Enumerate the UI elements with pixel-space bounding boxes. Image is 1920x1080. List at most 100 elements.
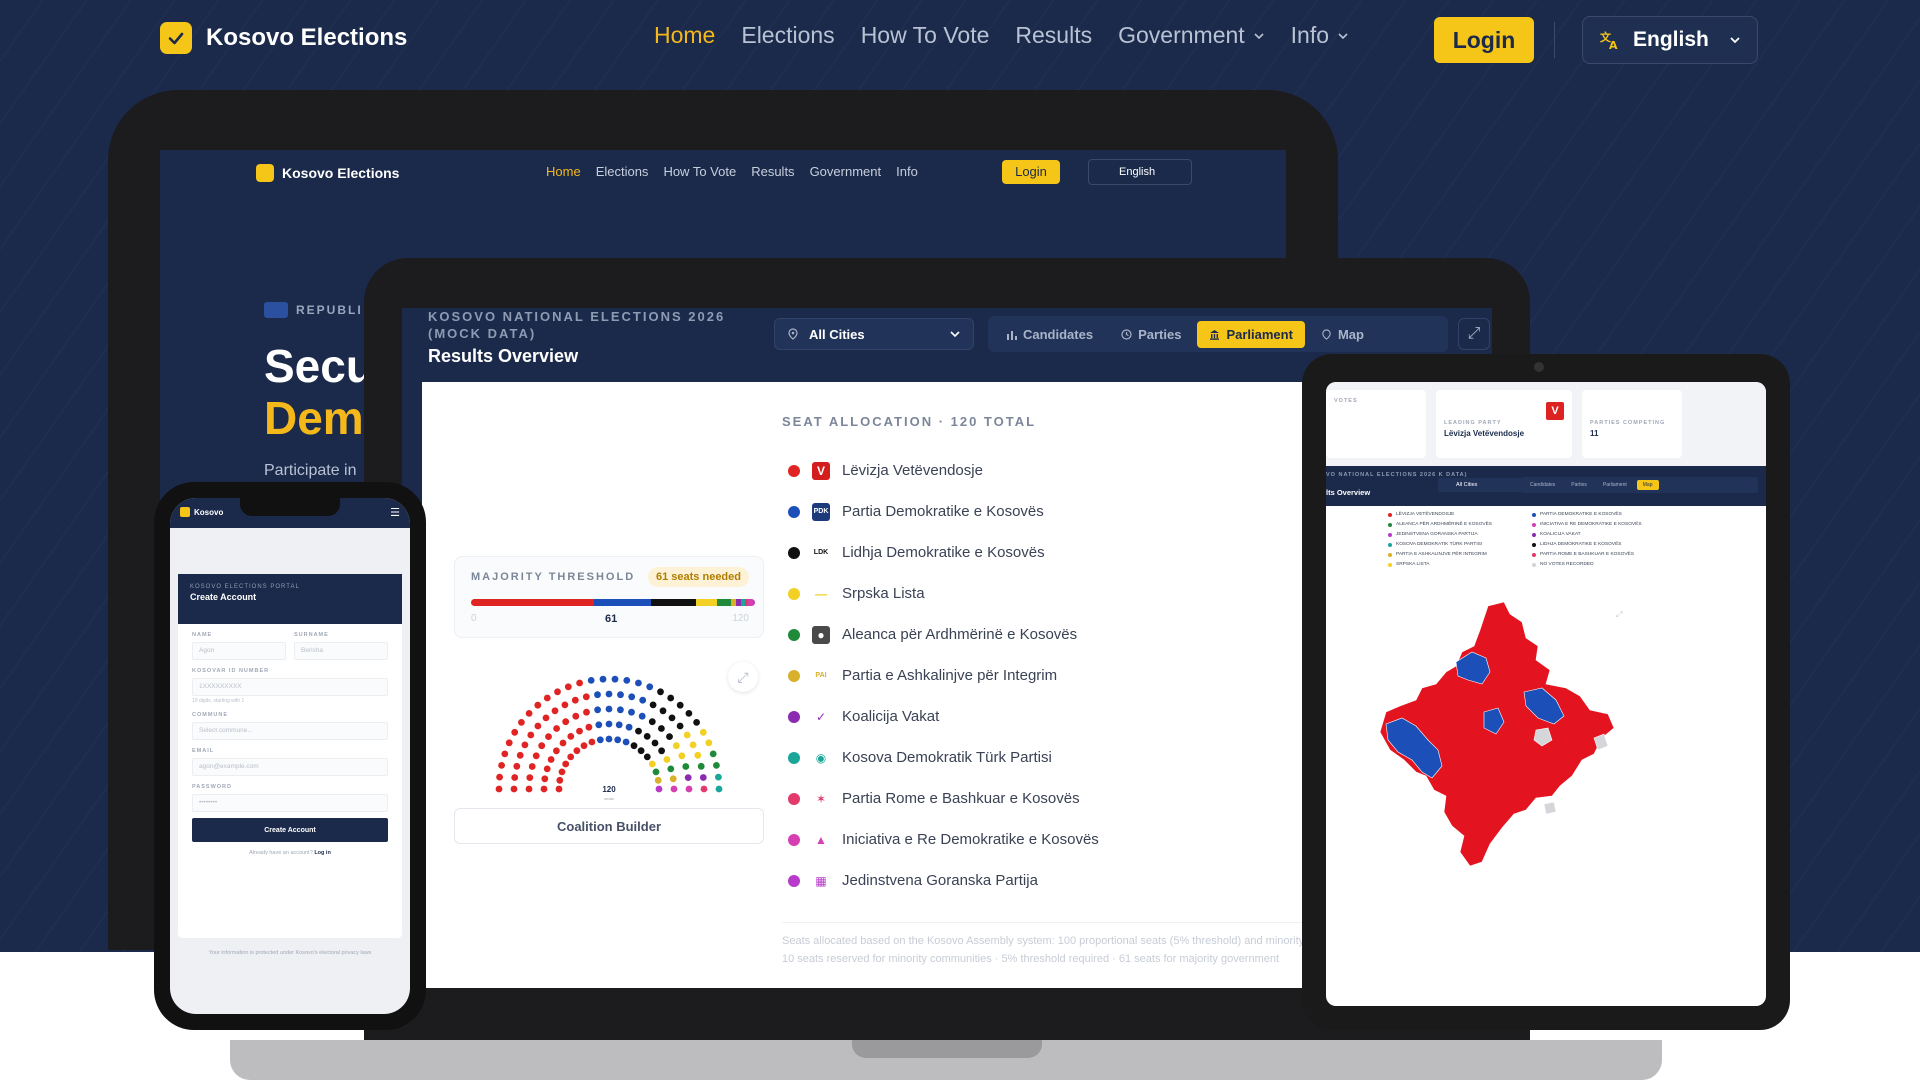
hamburger-menu-icon[interactable]: ☰: [390, 506, 400, 519]
threshold-segment: [650, 599, 696, 606]
create-account-card: KOSOVO ELECTIONS PORTAL Create Account N…: [178, 574, 402, 938]
login-button[interactable]: Login: [1002, 160, 1060, 184]
card-kicker: KOSOVO ELECTIONS PORTAL: [190, 584, 300, 590]
legend-item: JEDINSTVENA GORANSKA PARTIJA: [1388, 532, 1528, 537]
party-list-item[interactable]: — Srpska Lista: [788, 573, 1099, 614]
parliament-seat: [682, 763, 690, 770]
tab-map[interactable]: Map: [1309, 321, 1376, 348]
email-label: EMAIL: [192, 748, 215, 754]
party-list-item[interactable]: ✓ Koalicija Vakat: [788, 696, 1099, 737]
parliament-seat: [594, 691, 601, 699]
party-list-item[interactable]: PDK Partia Demokratike e Kosovës: [788, 491, 1099, 532]
threshold-min: 0: [471, 613, 477, 624]
create-account-button[interactable]: Create Account: [192, 818, 388, 842]
password-field[interactable]: ••••••••: [192, 794, 388, 812]
nav-link-elections[interactable]: Elections: [741, 22, 834, 49]
hero-headline: Secu Dem: [264, 340, 374, 444]
tab-parties[interactable]: Parties: [1109, 321, 1193, 348]
parliament-seat: [654, 776, 662, 784]
nav-link-home[interactable]: Home: [546, 164, 581, 179]
brand[interactable]: Kosovo Elections: [256, 164, 399, 182]
parliament-seat: [699, 728, 707, 736]
parliament-seat: [558, 768, 566, 776]
login-prompt: Already have an account? Log in: [178, 850, 402, 856]
check-logo-icon: [160, 22, 192, 54]
hemicycle-total-sub: seats: [604, 796, 614, 801]
parliament-seat: [700, 785, 708, 793]
stat-card-votes: VOTES: [1326, 390, 1426, 458]
nav-link-elections[interactable]: Elections: [596, 164, 649, 179]
legend-label: PARTIA DEMOKRATIKE E KOSOVËS: [1540, 512, 1622, 517]
hero-headline-line-1: Secu: [264, 340, 374, 392]
name-field[interactable]: Agon: [192, 642, 286, 660]
tab-parliament[interactable]: Parliament: [1197, 320, 1305, 348]
parliament-seat: [648, 760, 656, 768]
commune-select[interactable]: Select commune...: [192, 722, 388, 740]
kosovo-results-map[interactable]: [1376, 600, 1636, 870]
tab-candidates[interactable]: Candidates: [994, 321, 1105, 348]
tab-map[interactable]: Map: [1636, 480, 1659, 490]
parliament-seat: [605, 690, 613, 698]
parliament-seat: [562, 718, 570, 726]
login-button[interactable]: Login: [1434, 17, 1534, 63]
hero-paragraph: Participate in: [264, 462, 357, 479]
view-tabs: Candidates Parties Parliament Map: [1522, 477, 1758, 493]
tablet-screen: VOTES LEADING PARTY Lëvizja Vetëvendosje…: [1326, 382, 1766, 1006]
nav-link-info[interactable]: Info: [896, 164, 918, 179]
brand[interactable]: Kosovo: [180, 507, 223, 517]
login-link[interactable]: Log in: [314, 850, 331, 856]
parliament-seat: [562, 760, 570, 768]
bar-chart-icon: [1007, 330, 1017, 340]
nav-link-info[interactable]: Info: [1291, 22, 1349, 49]
nav-link-results[interactable]: Results: [1015, 22, 1092, 49]
expand-icon[interactable]: ⤢: [728, 662, 758, 692]
threshold-label: MAJORITY THRESHOLD: [471, 571, 636, 583]
nav-link-how-to-vote[interactable]: How To Vote: [663, 164, 736, 179]
parliament-seat: [513, 762, 521, 770]
brand[interactable]: Kosovo Elections: [160, 22, 407, 54]
nav-link-results[interactable]: Results: [751, 164, 794, 179]
map-region-grey-south[interactable]: [1543, 801, 1557, 815]
tab-parliament[interactable]: Parliament: [1597, 480, 1633, 490]
parliament-seat: [683, 731, 691, 739]
surname-field[interactable]: Berisha: [294, 642, 388, 660]
email-field[interactable]: agon@example.com: [192, 758, 388, 776]
parliament-seat: [553, 725, 560, 732]
party-list-item[interactable]: ✶ Partia Rome e Bashkuar e Kosovës: [788, 778, 1099, 819]
nav-divider: [1554, 22, 1555, 58]
party-list-item[interactable]: PAI Partia e Ashkalinjve për Integrim: [788, 655, 1099, 696]
parliament-seat: [576, 727, 583, 735]
party-list-item[interactable]: V Lëvizja Vetëvendosje: [788, 450, 1099, 491]
id-hint: 10 digits, starting with 1: [192, 698, 245, 704]
parliament-seat: [672, 742, 680, 750]
parliament-seat: [495, 785, 503, 793]
party-list-item[interactable]: LDK Lidhja Demokratike e Kosovës: [788, 532, 1099, 573]
legend-item: KOSOVA DEMOKRATIK TÜRK PARTISI: [1388, 542, 1528, 547]
tab-parties[interactable]: Parties: [1565, 480, 1593, 490]
parliament-seat: [676, 722, 684, 730]
nav-link-home[interactable]: Home: [654, 22, 715, 49]
fullscreen-icon[interactable]: ⤢: [1458, 318, 1490, 350]
nav-link-how-to-vote[interactable]: How To Vote: [861, 22, 990, 49]
legend-label: ALEANCA PËR ARDHMËRINË E KOSOVËS: [1396, 522, 1492, 527]
language-selector[interactable]: English: [1088, 159, 1192, 185]
party-color-dot: [788, 669, 800, 682]
threshold-max: 120: [732, 613, 749, 624]
tab-candidates[interactable]: Candidates: [1524, 480, 1561, 490]
nav-link-government[interactable]: Government: [1118, 22, 1265, 49]
threshold-segment: [471, 599, 595, 606]
parliament-seat: [599, 675, 607, 683]
party-list-item[interactable]: ▲ Iniciativa e Re Demokratike e Kosovës: [788, 819, 1099, 860]
id-number-field[interactable]: 1XXXXXXXXX: [192, 678, 388, 696]
language-selector[interactable]: 文 A English: [1582, 16, 1758, 64]
coalition-builder-button[interactable]: Coalition Builder: [454, 808, 764, 844]
parliament-seat: [667, 694, 675, 702]
city-select[interactable]: All Cities: [1438, 478, 1524, 492]
party-list-item[interactable]: ◉ Kosova Demokratik Türk Partisi: [788, 737, 1099, 778]
party-list-item[interactable]: ● Aleanca për Ardhmërinë e Kosovës: [788, 614, 1099, 655]
city-select[interactable]: All Cities: [774, 318, 974, 350]
nav-link-government[interactable]: Government: [810, 164, 882, 179]
party-list-item[interactable]: ▦ Jedinstvena Goranska Partija: [788, 860, 1099, 901]
legend-label: LIDHJA DEMOKRATIKE E KOSOVËS: [1540, 542, 1622, 547]
expand-icon[interactable]: ⤢: [1616, 610, 1622, 620]
